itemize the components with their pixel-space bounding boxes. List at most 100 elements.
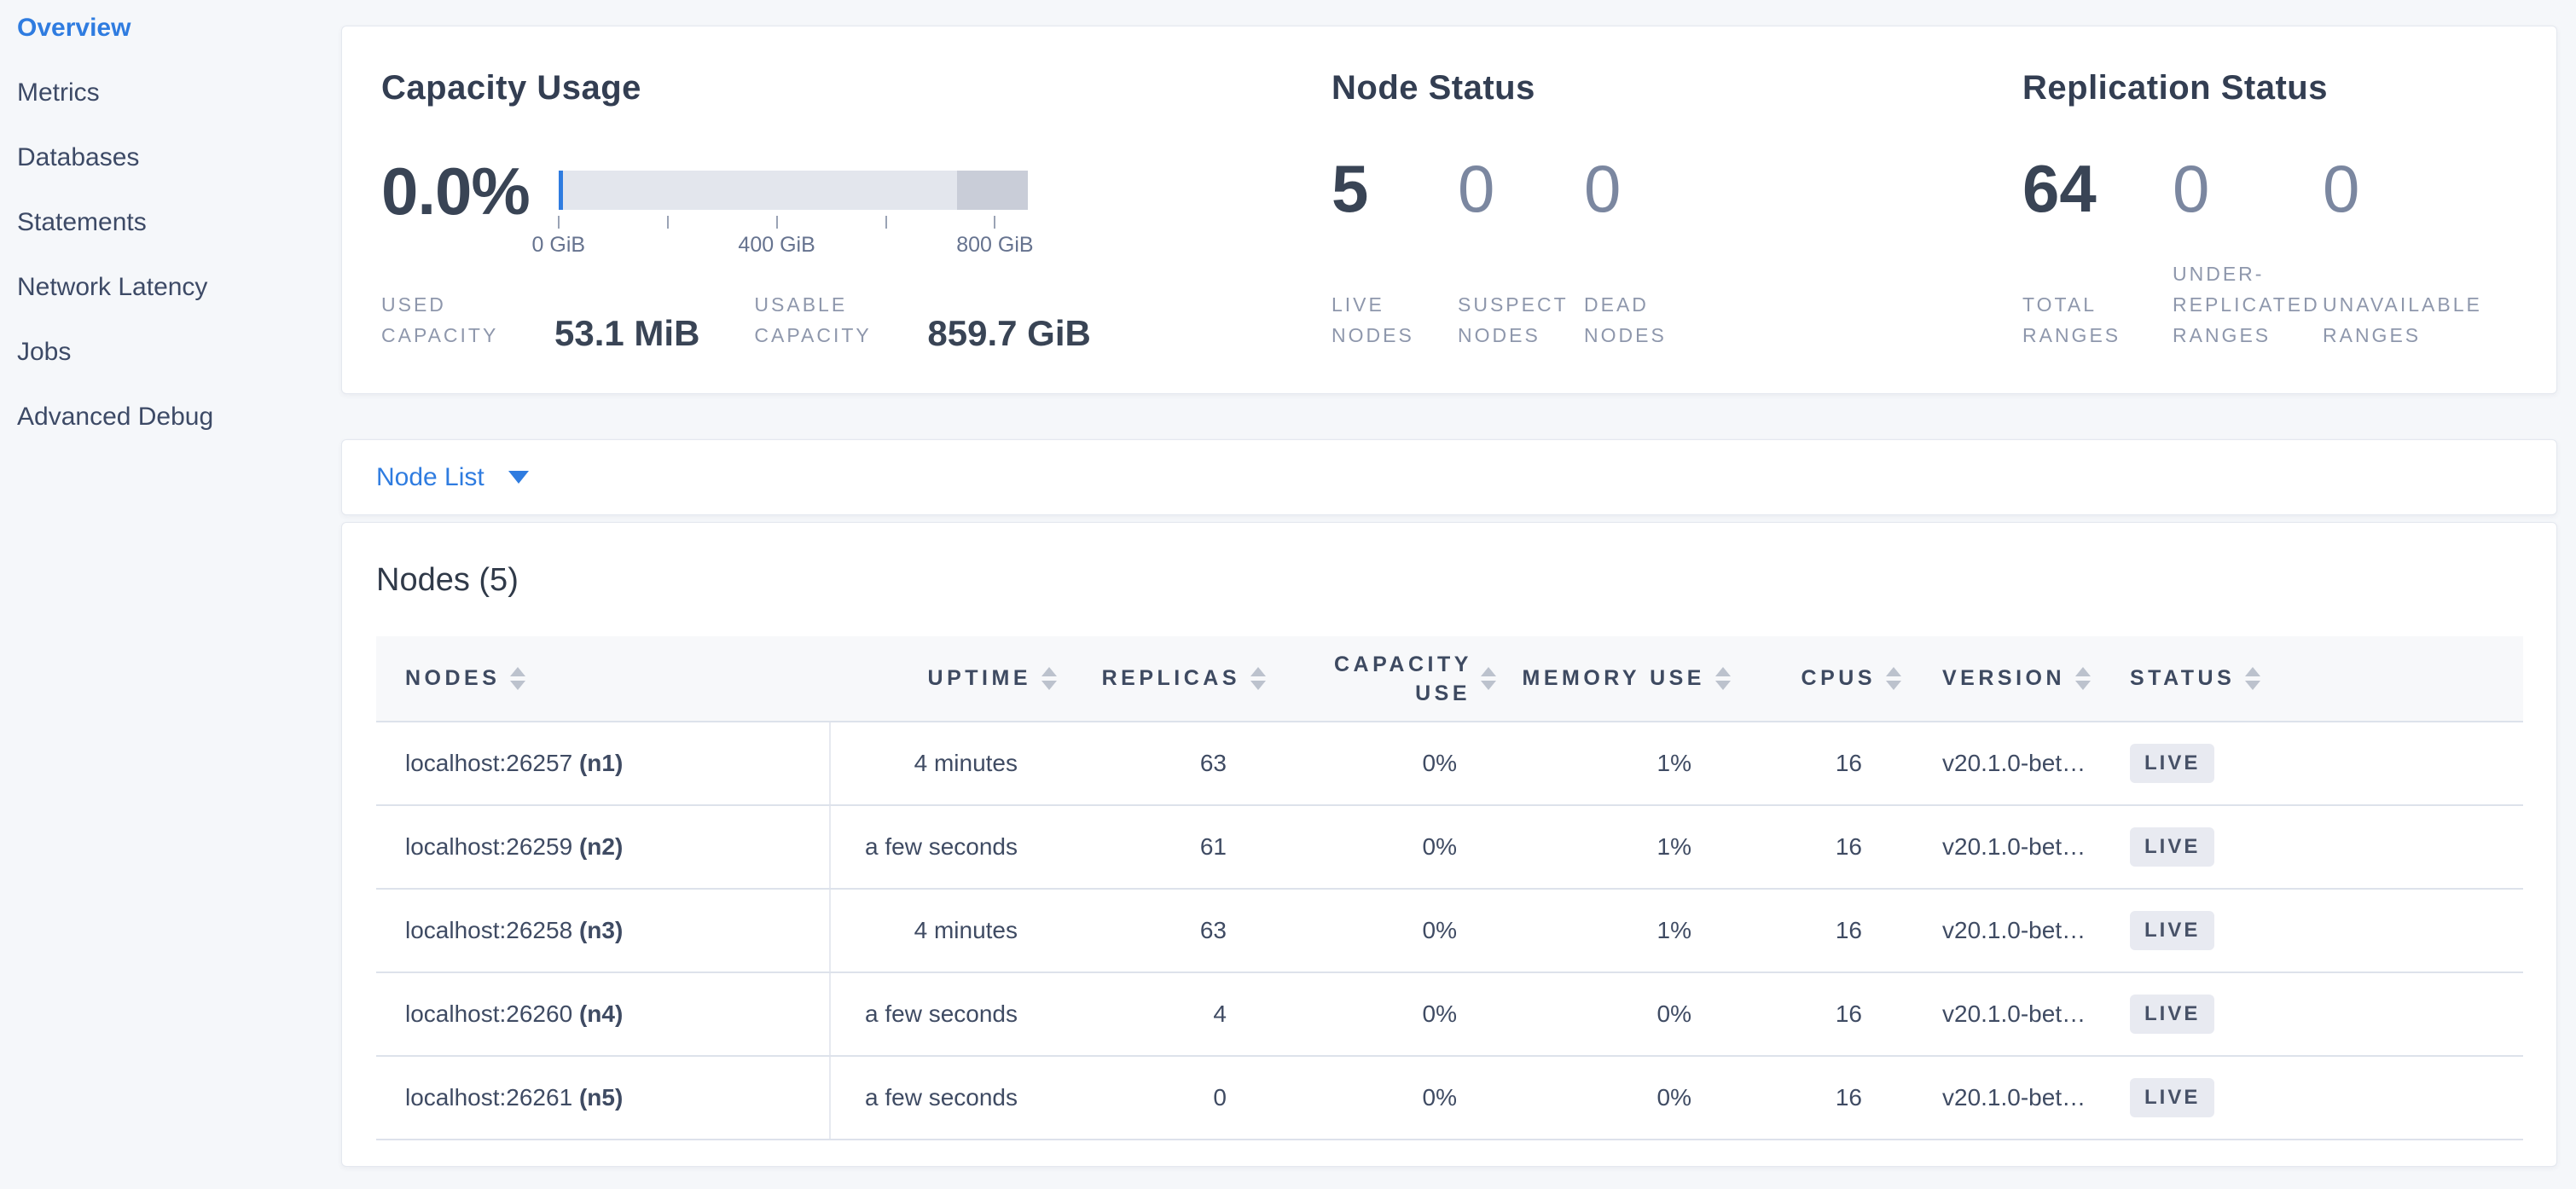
view-selector-card: Node List <box>341 439 2557 515</box>
column-header-nodes[interactable]: NODES <box>376 636 830 722</box>
memory-use-cell: 1% <box>1506 722 1741 805</box>
column-header-uptime[interactable]: UPTIME <box>830 636 1067 722</box>
version-cell: v20.1.0-bet… <box>1912 1056 2099 1140</box>
used-capacity-value: 53.1 MiB <box>554 316 699 351</box>
status-badge: LIVE <box>2130 827 2214 867</box>
version-cell: v20.1.0-bet… <box>1912 805 2099 889</box>
view-selector-dropdown[interactable]: Node List <box>376 463 529 492</box>
uptime-cell: a few seconds <box>830 805 1067 889</box>
suspect-nodes-stat: 0 SUSPECT NODES <box>1458 155 1584 351</box>
column-header-replicas[interactable]: REPLICAS <box>1067 636 1276 722</box>
capacity-use-cell: 0% <box>1276 1056 1506 1140</box>
usable-capacity-label: USABLE CAPACITY <box>754 289 903 351</box>
sidebar-item-advanced-debug[interactable]: Advanced Debug <box>17 403 324 432</box>
total-ranges-stat: 64 TOTAL RANGES <box>2022 155 2173 351</box>
capacity-gauge-used-marker <box>559 171 563 210</box>
capacity-use-cell: 0% <box>1276 722 1506 805</box>
status-cell: LIVE <box>2099 972 2523 1056</box>
status-badge: LIVE <box>2130 995 2214 1034</box>
sidebar-item-overview[interactable]: Overview <box>17 14 324 43</box>
capacity-stats-row: USED CAPACITY 53.1 MiB USABLE CAPACITY 8… <box>381 289 1332 351</box>
table-row: localhost:26260 (n4) a few seconds 4 0% … <box>376 972 2523 1056</box>
dead-nodes-value: 0 <box>1584 155 1710 222</box>
capacity-gauge-chart: 0 GiB 400 GiB 800 GiB <box>559 171 1028 258</box>
version-cell: v20.1.0-bet… <box>1912 889 2099 972</box>
column-header-cpus[interactable]: CPUS <box>1741 636 1912 722</box>
cpus-cell: 16 <box>1741 972 1912 1056</box>
sidebar-item-statements[interactable]: Statements <box>17 208 324 237</box>
version-cell: v20.1.0-bet… <box>1912 722 2099 805</box>
total-ranges-value: 64 <box>2022 155 2173 222</box>
table-row: localhost:26259 (n2) a few seconds 61 0%… <box>376 805 2523 889</box>
uptime-cell: 4 minutes <box>830 722 1067 805</box>
status-badge: LIVE <box>2130 744 2214 783</box>
used-capacity-stat: USED CAPACITY 53.1 MiB <box>381 289 699 351</box>
node-address-cell[interactable]: localhost:26259 (n2) <box>376 805 830 889</box>
capacity-gauge-ticks <box>559 216 1028 229</box>
column-header-status[interactable]: STATUS <box>2099 636 2523 722</box>
capacity-usage-section: Capacity Usage 0.0% <box>381 69 1332 351</box>
column-header-capacity-use[interactable]: CAPACITY USE <box>1276 636 1506 722</box>
node-address-cell[interactable]: localhost:26260 (n4) <box>376 972 830 1056</box>
version-cell: v20.1.0-bet… <box>1912 972 2099 1056</box>
sidebar-item-jobs[interactable]: Jobs <box>17 338 324 367</box>
table-row: localhost:26261 (n5) a few seconds 0 0% … <box>376 1056 2523 1140</box>
sort-icon <box>2075 667 2091 690</box>
column-header-version[interactable]: VERSION <box>1912 636 2099 722</box>
view-selector-label: Node List <box>376 463 484 492</box>
capacity-use-cell: 0% <box>1276 805 1506 889</box>
column-header-memory-use[interactable]: MEMORY USE <box>1506 636 1741 722</box>
table-header-row: NODES UPTIME REPLICAS CAPACITY USE MEMOR… <box>376 636 2523 722</box>
node-status-section: Node Status 5 LIVE NODES 0 SUSPECT NODES… <box>1332 69 2022 351</box>
sort-icon <box>1481 667 1496 690</box>
sidebar-item-network-latency[interactable]: Network Latency <box>17 273 324 302</box>
live-nodes-stat: 5 LIVE NODES <box>1332 155 1458 351</box>
sort-icon <box>1886 667 1901 690</box>
memory-use-cell: 1% <box>1506 805 1741 889</box>
total-ranges-label: TOTAL RANGES <box>2022 289 2172 351</box>
sort-icon <box>1250 667 1266 690</box>
nodes-table: NODES UPTIME REPLICAS CAPACITY USE MEMOR… <box>376 636 2523 1140</box>
capacity-gauge-axis-labels: 0 GiB 400 GiB 800 GiB <box>559 233 1028 258</box>
node-address-cell[interactable]: localhost:26261 (n5) <box>376 1056 830 1140</box>
capacity-use-cell: 0% <box>1276 972 1506 1056</box>
capacity-use-cell: 0% <box>1276 889 1506 972</box>
used-capacity-label: USED CAPACITY <box>381 289 531 351</box>
replicas-cell: 4 <box>1067 972 1276 1056</box>
unavailable-ranges-stat: 0 UNAVAILABLE RANGES <box>2323 155 2473 351</box>
nodes-card: Nodes (5) NODES UPTIME REPLICAS CAPACITY… <box>341 522 2557 1167</box>
under-replicated-ranges-value: 0 <box>2173 155 2323 222</box>
capacity-gauge-block: 0.0% 0 GiB 400 GiB <box>381 160 1332 258</box>
sort-icon <box>1041 667 1057 690</box>
status-cell: LIVE <box>2099 889 2523 972</box>
sidebar: Overview Metrics Databases Statements Ne… <box>0 0 341 1189</box>
capacity-percent-value: 0.0% <box>381 160 530 258</box>
unavailable-ranges-label: UNAVAILABLE RANGES <box>2323 289 2472 351</box>
sidebar-item-databases[interactable]: Databases <box>17 143 324 172</box>
nodes-table-title: Nodes (5) <box>376 562 2522 599</box>
replicas-cell: 63 <box>1067 722 1276 805</box>
capacity-gauge-track <box>559 171 1028 210</box>
chevron-down-icon <box>508 471 529 484</box>
suspect-nodes-value: 0 <box>1458 155 1584 222</box>
table-row: localhost:26258 (n3) 4 minutes 63 0% 1% … <box>376 889 2523 972</box>
axis-label-0gib: 0 GiB <box>532 233 586 258</box>
node-address-cell[interactable]: localhost:26258 (n3) <box>376 889 830 972</box>
sort-icon <box>510 667 525 690</box>
node-address-cell[interactable]: localhost:26257 (n1) <box>376 722 830 805</box>
replicas-cell: 63 <box>1067 889 1276 972</box>
sidebar-item-metrics[interactable]: Metrics <box>17 78 324 107</box>
replication-status-title: Replication Status <box>2022 69 2517 107</box>
status-badge: LIVE <box>2130 911 2214 950</box>
axis-label-400gib: 400 GiB <box>738 233 815 258</box>
sort-icon <box>2245 667 2260 690</box>
memory-use-cell: 0% <box>1506 972 1741 1056</box>
under-replicated-ranges-label: UNDER-REPLICATED RANGES <box>2173 258 2322 351</box>
status-cell: LIVE <box>2099 805 2523 889</box>
cpus-cell: 16 <box>1741 889 1912 972</box>
capacity-usage-title: Capacity Usage <box>381 69 1332 107</box>
uptime-cell: a few seconds <box>830 1056 1067 1140</box>
suspect-nodes-label: SUSPECT NODES <box>1458 289 1584 351</box>
uptime-cell: a few seconds <box>830 972 1067 1056</box>
cluster-summary-card: Capacity Usage 0.0% <box>341 26 2557 394</box>
